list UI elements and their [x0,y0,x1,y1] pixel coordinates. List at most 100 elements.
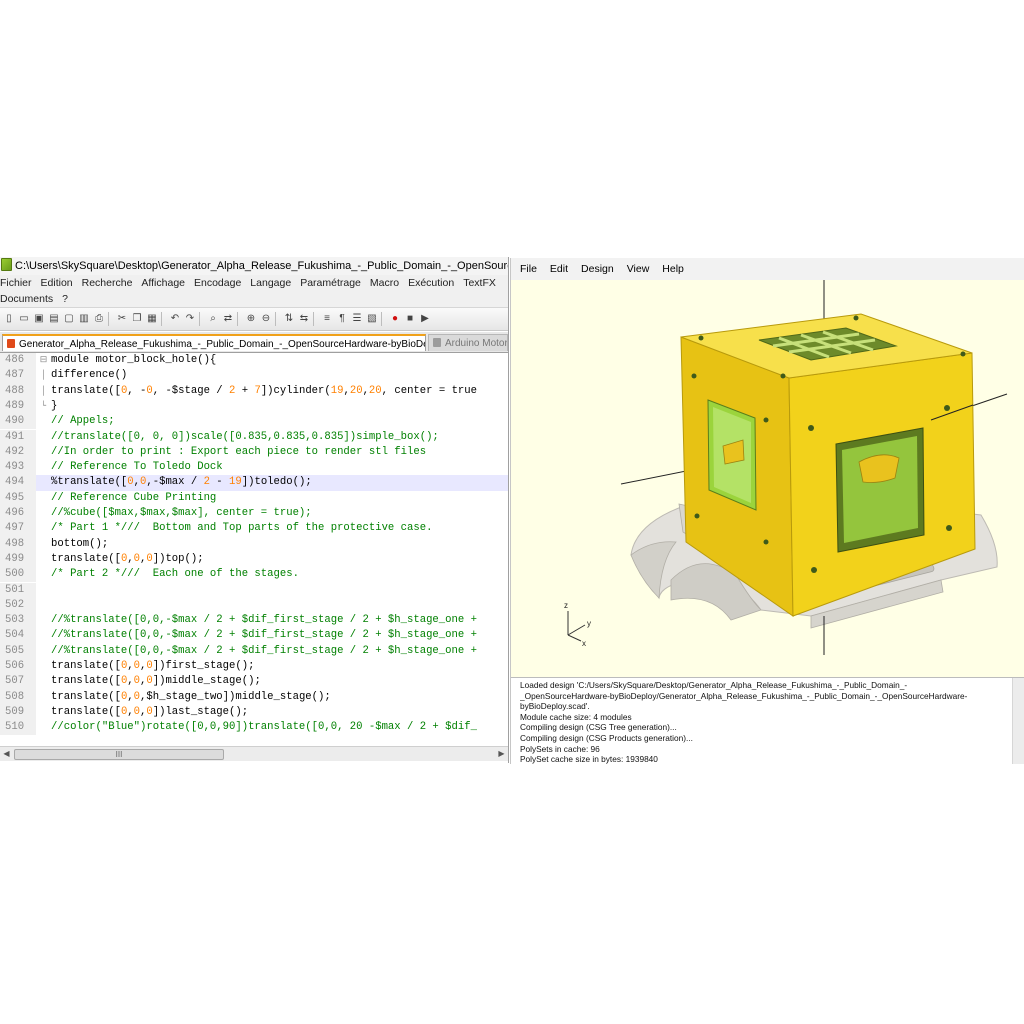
console-line: byBioDeploy.scad'. [520,701,590,712]
sync-vertical-icon[interactable]: ⇅ [282,312,296,326]
code-line[interactable]: 487 │ difference() [0,368,508,384]
code-text: // Reference To Toledo Dock [51,460,223,475]
tab-arduino-motor[interactable]: Arduino Motor C [428,334,508,351]
code-line[interactable]: 499 translate([0,0,0])top(); [0,551,508,568]
horizontal-scrollbar[interactable]: ◀ III ▶ [0,746,508,761]
code-line[interactable]: 506 translate([0,0,0])first_stage(); [0,659,508,675]
print-icon[interactable]: ⎙ [92,312,106,326]
save-all-icon[interactable]: ▤ [47,312,61,326]
fold-marker-icon [37,628,50,643]
npp-menu-param-trage[interactable]: Paramétrage [300,277,361,289]
code-token: // Appels; [51,415,115,428]
scad-menu-help[interactable]: Help [662,263,684,275]
npp-menu-macro[interactable]: Macro [370,277,399,289]
code-line[interactable]: 507 translate([0,0,0])middle_stage(); [0,674,508,690]
code-line[interactable]: 492 //In order to print : Export each pie… [0,444,508,461]
replace-icon[interactable]: ⇄ [221,312,235,326]
close-all-icon[interactable]: ▥ [77,312,91,326]
show-all-chars-icon[interactable]: ¶ [335,312,349,326]
line-number: 495 [0,490,36,506]
front-window-inner [842,436,918,543]
code-editor[interactable]: 486 ⊟ module motor_block_hole(){487 │ differ… [0,353,508,746]
npp-menu-fichier[interactable]: Fichier [0,277,32,289]
zoom-in-icon[interactable]: ⊕ [244,312,258,326]
code-line[interactable]: 501 [0,582,508,598]
paste-icon[interactable]: ▦ [145,312,159,326]
stop-macro-icon[interactable]: ■ [403,312,417,326]
tab-scad-file[interactable]: Generator_Alpha_Release_Fukushima_-_Publ… [2,334,426,351]
scad-menu-edit[interactable]: Edit [550,263,568,275]
close-icon[interactable]: ▢ [62,312,76,326]
console-scrollbar[interactable] [1012,678,1024,764]
npp-menu-encodage[interactable]: Encodage [194,277,241,289]
line-number: 487 [0,368,36,384]
code-line[interactable]: 505 //%translate([0,0,-$max / 2 + $dif_fi… [0,643,508,659]
code-token: translate([ [51,675,121,688]
npp-menu-affichage[interactable]: Affichage [141,277,185,289]
scad-menu-design[interactable]: Design [581,263,614,275]
code-line[interactable]: 504 //%translate([0,0,-$max / 2 + $dif_fi… [0,628,508,644]
code-line[interactable]: 489 └} [0,398,508,415]
copy-icon[interactable]: ❐ [130,312,144,326]
npp-menu-langage[interactable]: Langage [250,277,291,289]
npp-menu-[interactable]: ? [62,293,68,305]
code-line[interactable]: 491 //translate([0, 0, 0])scale([0.835,0.… [0,429,508,445]
code-line[interactable]: 490 // Appels; [0,414,508,430]
word-wrap-icon[interactable]: ≡ [320,312,334,326]
code-text: translate([0, -0, -$stage / 2 + 7])cylin… [51,384,477,399]
save-icon[interactable]: ▣ [32,312,46,326]
code-text: translate([0,0,$h_stage_two])middle_stag… [51,690,331,705]
console-line: _OpenSourceHardware-byBioDeploy/Generato… [520,690,968,701]
npp-menu-ex-cution[interactable]: Exécution [408,277,454,289]
find-icon[interactable]: ⌕ [206,312,220,326]
npp-menu-documents[interactable]: Documents [0,293,53,305]
code-line[interactable]: 509 translate([0,0,0])last_stage(); [0,704,508,721]
scad-menu-view[interactable]: View [627,263,650,275]
code-line[interactable]: 488 │ translate([0, -0, -$stage / 2 + 7])c… [0,383,508,399]
code-line[interactable]: 502 [0,597,508,614]
npp-menu-edition[interactable]: Edition [41,277,73,289]
record-macro-icon[interactable]: ● [388,312,402,326]
fold-marker-icon [37,567,50,582]
code-line[interactable]: 486 ⊟ module motor_block_hole(){ [0,353,508,369]
code-text: %translate([0,0,-$max / 2 - 19])toledo()… [51,475,312,490]
code-token: //%translate([0,0,-$max / 2 + $dif_first… [51,629,477,642]
unsaved-file-icon [7,339,15,348]
scad-menu-file[interactable]: File [520,263,537,275]
openscad-menu-bar: File Edit Design View Help [511,258,1024,281]
undo-icon[interactable]: ↶ [168,312,182,326]
code-line[interactable]: 493 // Reference To Toledo Dock [0,460,508,476]
npp-tab-bar: Generator_Alpha_Release_Fukushima_-_Publ… [0,332,508,353]
indent-guide-icon[interactable]: ☰ [350,312,364,326]
code-line[interactable]: 503 //%translate([0,0,-$max / 2 + $dif_fi… [0,613,508,629]
redo-icon[interactable]: ↷ [183,312,197,326]
user-lang-icon[interactable]: ▧ [365,312,379,326]
scroll-left-icon[interactable]: ◀ [0,747,13,761]
scrollbar-thumb[interactable]: III [14,749,224,760]
scroll-right-icon[interactable]: ▶ [495,747,508,761]
fold-marker-icon [37,491,50,506]
code-line[interactable]: 500 /* Part 2 */// Each one of the stages… [0,567,508,583]
cut-icon[interactable]: ✂ [115,312,129,326]
fold-marker-icon[interactable]: ⊟ [37,353,50,368]
zoom-out-icon[interactable]: ⊖ [259,312,273,326]
npp-menu-recherche[interactable]: Recherche [82,277,133,289]
code-line[interactable]: 496 //%cube([$max,$max,$max], center = tr… [0,506,508,522]
npp-menu-textfx[interactable]: TextFX [463,277,496,289]
code-token: //translate([0, 0, 0])scale([0.835,0.835… [51,430,439,443]
open-file-icon[interactable]: ▭ [17,312,31,326]
3d-viewport[interactable]: z y x [511,280,1024,677]
npp-menu-row-1: Fichier Edition Recherche Affichage Encodage… [0,275,508,291]
code-line[interactable]: 510 //color("Blue")rotate([0,0,90])transl… [0,720,508,736]
code-token: /* Part 2 */// Each one of the stages. [51,568,299,581]
new-file-icon[interactable]: ▯ [2,312,16,326]
code-line[interactable]: 495 // Reference Cube Printing [0,490,508,506]
code-line[interactable]: 497 /* Part 1 */// Bottom and Top parts o… [0,521,508,537]
code-line[interactable]: 508 translate([0,0,$h_stage_two])middle_s… [0,689,508,705]
code-line[interactable]: 498 bottom(); [0,536,508,552]
sync-horizontal-icon[interactable]: ⇆ [297,312,311,326]
play-macro-icon[interactable]: ▶ [418,312,432,326]
code-token: - [209,476,230,489]
code-line[interactable]: 494 %translate([0,0,-$max / 2 - 19])toled… [0,475,508,491]
openscad-window: File Edit Design View Help z y x Loaded … [510,258,1024,764]
